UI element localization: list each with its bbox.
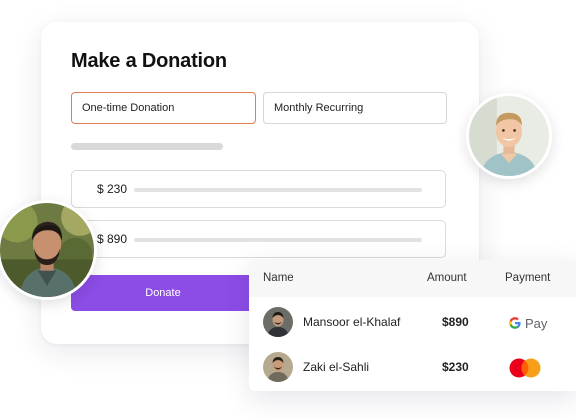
- donor-avatar-right: [466, 93, 552, 179]
- donor-name: Zaki el-Sahli: [303, 360, 370, 374]
- amount-value: $ 890: [97, 232, 128, 246]
- amount-slider[interactable]: [134, 188, 422, 192]
- form-title: Make a Donation: [71, 50, 227, 72]
- donor-amount: $890: [442, 315, 469, 329]
- donor-name: Mansoor el-Khalaf: [303, 315, 401, 329]
- amount-value: $ 230: [97, 182, 128, 196]
- donors-table: Name Amount Payment Mansoor el-Khalaf $8…: [249, 260, 576, 391]
- mastercard-logo: [509, 358, 541, 378]
- donor-photo: [469, 96, 549, 176]
- table-row[interactable]: Mansoor el-Khalaf $890 Pay: [249, 300, 576, 345]
- donor-amount: $230: [442, 360, 469, 374]
- tab-label: Monthly Recurring: [274, 102, 364, 114]
- donate-button-label: Donate: [145, 287, 181, 299]
- column-header-payment[interactable]: Payment: [505, 260, 550, 297]
- avatar: [263, 352, 293, 382]
- column-header-name[interactable]: Name: [263, 260, 294, 297]
- placeholder-bar: [71, 143, 223, 150]
- donor-photo: [0, 203, 94, 297]
- google-pay-icon: Pay: [508, 313, 547, 333]
- google-pay-text: Pay: [525, 315, 548, 331]
- table-header: Name Amount Payment: [249, 260, 576, 297]
- tab-monthly-recurring[interactable]: Monthly Recurring: [263, 92, 447, 124]
- avatar: [263, 307, 293, 337]
- donor-photo: [263, 307, 293, 337]
- amount-option-2[interactable]: $ 890: [71, 220, 446, 258]
- donor-avatar-left: [0, 200, 97, 300]
- table-row[interactable]: Zaki el-Sahli $230: [249, 345, 576, 390]
- amount-slider[interactable]: [134, 238, 422, 242]
- column-header-amount[interactable]: Amount: [427, 260, 467, 297]
- amount-option-1[interactable]: $ 230: [71, 170, 446, 208]
- donor-photo: [263, 352, 293, 382]
- tab-one-time-donation[interactable]: One-time Donation: [71, 92, 256, 124]
- donate-button[interactable]: Donate: [71, 275, 255, 311]
- tab-label: One-time Donation: [82, 102, 175, 114]
- google-g-icon: [509, 317, 521, 329]
- donation-widget-scene: Make a Donation One-time Donation Monthl…: [0, 0, 576, 418]
- mastercard-icon: [508, 358, 542, 378]
